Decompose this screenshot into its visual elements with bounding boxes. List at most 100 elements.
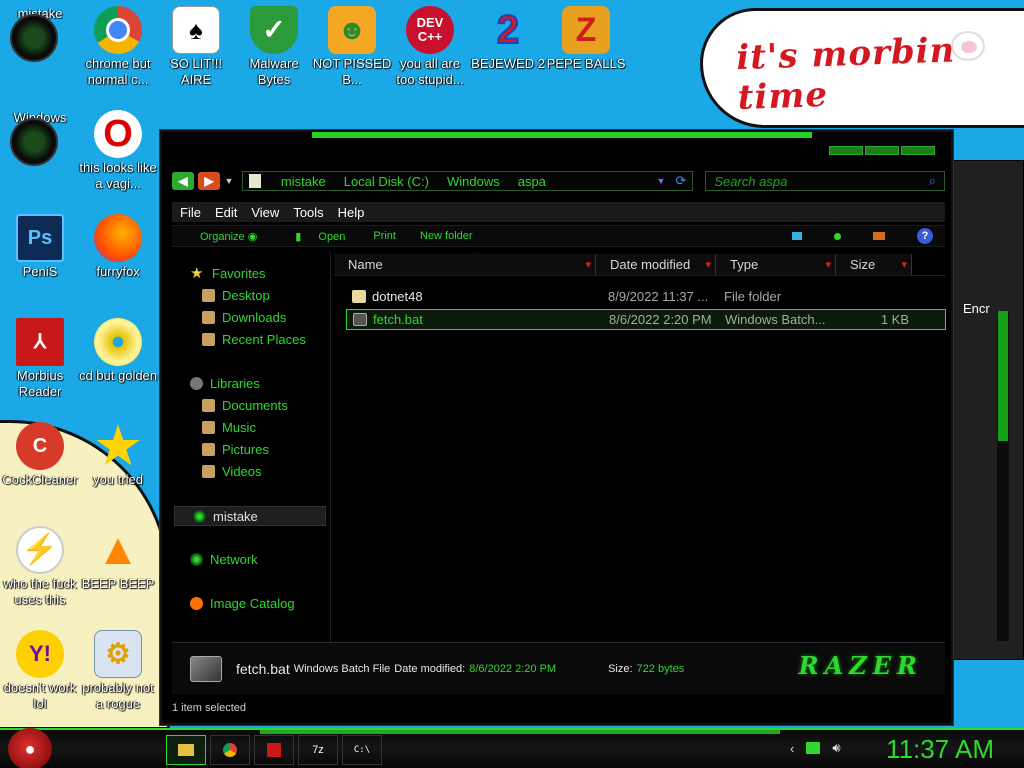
taskbar: ● 7z C:\ ‹ 🔊︎ 11:37 AM	[0, 728, 1024, 768]
desktop-icon-angry-pig[interactable]: ☻ NOT PISSED B...	[312, 6, 392, 88]
desktop-icon-malwarebytes[interactable]: ✓ Malware Bytes	[234, 6, 314, 88]
file-row-dotnet48[interactable]: dotnet48 8/9/2022 11:37 ... File folder	[346, 286, 946, 307]
preview-pane-icon[interactable]	[873, 232, 885, 240]
forward-button[interactable]: ▶	[197, 172, 220, 190]
opera-icon: O	[94, 110, 142, 158]
sidebar-item-desktop[interactable]: Desktop	[172, 284, 328, 306]
desktop-icon-mistake[interactable]: mistake	[0, 6, 80, 62]
scrollbar[interactable]	[997, 311, 1009, 641]
breadcrumb-aspa[interactable]: aspa	[518, 174, 546, 189]
sidebar-item-downloads[interactable]: Downloads	[172, 306, 328, 328]
desktop-icon-avast[interactable]: ⚡ who the fuck uses this	[0, 526, 80, 608]
menu-help[interactable]: Help	[338, 205, 365, 220]
desktop-icon-windows-vista[interactable]: Windows Vista	[0, 110, 80, 166]
folder-icon	[352, 290, 366, 303]
vlc-icon: ▲	[96, 525, 140, 574]
desktop-icon-yahoo[interactable]: Y! doesn't work lol	[0, 630, 80, 712]
clock[interactable]: 11:37 AM	[886, 734, 994, 765]
organize-button[interactable]: Organize ◉	[186, 230, 257, 243]
desktop-icon-pdf-reader[interactable]: ⅄ Morbius Reader	[0, 318, 80, 400]
pane-divider[interactable]	[330, 252, 331, 642]
address-bar[interactable]: mistake Local Disk (C:) Windows aspa ▼ ⟳	[241, 171, 694, 191]
recent-pages-dropdown[interactable]: ▼	[224, 172, 234, 190]
column-header-date[interactable]: Date modified	[596, 254, 716, 276]
search-icon[interactable]: ⌕	[929, 173, 936, 189]
breadcrumb-windows[interactable]: Windows	[447, 174, 500, 189]
menu-edit[interactable]: Edit	[215, 205, 237, 220]
back-arrow-icon[interactable]: ‹	[790, 741, 794, 756]
sidebar-item-recent-places[interactable]: Recent Places	[172, 328, 328, 350]
menu-bar: File Edit View Tools Help	[172, 202, 945, 222]
desktop-icon-ccleaner[interactable]: C CockCleaner	[0, 422, 80, 488]
pdf-icon: ⅄	[16, 318, 64, 366]
desktop-icon-cd[interactable]: cd but golden	[78, 318, 158, 384]
column-header-type[interactable]: Type	[716, 254, 836, 276]
folder-icon	[248, 174, 261, 188]
sidebar-libraries[interactable]: Libraries	[172, 372, 328, 394]
menu-view[interactable]: View	[251, 205, 279, 220]
sidebar-network[interactable]: Network	[172, 548, 258, 570]
print-button[interactable]: Print	[373, 230, 396, 242]
sidebar-item-videos[interactable]: Videos	[172, 460, 328, 482]
explorer-icon	[178, 744, 194, 756]
column-header-encr: Encr	[963, 301, 990, 316]
breadcrumb-local-disk[interactable]: Local Disk (C:)	[344, 174, 429, 189]
scrollbar-thumb[interactable]	[998, 311, 1008, 441]
taskbar-cmd[interactable]: C:\	[342, 735, 382, 765]
desktop-icon-chrome[interactable]: chrome but normal c...	[78, 6, 158, 88]
libraries-icon	[190, 376, 203, 390]
new-folder-button[interactable]: New folder	[420, 230, 473, 242]
sidebar-item-documents[interactable]: Documents	[172, 394, 328, 416]
view-options-icon[interactable]	[834, 232, 841, 240]
cd-icon	[94, 318, 142, 366]
sidebar-item-pictures[interactable]: Pictures	[172, 438, 328, 460]
menu-file[interactable]: File	[180, 205, 201, 220]
desktop-icon-star[interactable]: ★ you tried	[78, 421, 158, 488]
desktop-icon-pepe[interactable]: Z PEPE BALLS	[546, 6, 626, 72]
volume-icon[interactable]: 🔊︎	[832, 740, 840, 756]
desktop-icon-opera[interactable]: Othis looks like a vagi...	[78, 110, 158, 192]
file-row-fetch-bat[interactable]: fetch.bat 8/6/2022 2:20 PM Windows Batch…	[346, 309, 946, 330]
column-header-name[interactable]: Name	[334, 254, 596, 276]
close-button[interactable]	[901, 146, 935, 155]
help-icon[interactable]: ?	[917, 228, 933, 244]
sidebar-image-catalog[interactable]: Image Catalog	[172, 592, 295, 614]
sheep-icon	[951, 31, 985, 61]
taskbar-chrome[interactable]	[210, 735, 250, 765]
explorer-window[interactable]: ◀ ▶ ▼ mistake Local Disk (C:) Windows as…	[160, 130, 953, 725]
desktop-icon-devcpp[interactable]: DEV C++ you all are too stupid...	[390, 6, 470, 88]
battery-icon[interactable]	[806, 742, 821, 754]
taskbar-pdf[interactable]	[254, 735, 294, 765]
maximize-button[interactable]	[865, 146, 899, 155]
details-filetype: Windows Batch File	[293, 662, 391, 675]
address-dropdown-icon[interactable]: ▼	[656, 176, 665, 186]
desktop-icon-bejeweled[interactable]: 2 BEJEWED 2	[468, 6, 548, 72]
cmd-icon: C:\	[353, 745, 371, 755]
desktop-icon-solitaire[interactable]: ♠ SO LIT!!! AIRE	[156, 6, 236, 88]
start-button[interactable]: ●	[8, 728, 52, 768]
back-button[interactable]: ◀	[172, 172, 194, 190]
sidebar-item-music[interactable]: Music	[172, 416, 328, 438]
breadcrumb-mistake[interactable]: mistake	[281, 174, 326, 189]
sidebar-favorites[interactable]: ★ Favorites	[172, 262, 328, 284]
change-view-icon[interactable]	[792, 232, 802, 240]
system-tray: ‹ 🔊︎	[790, 740, 841, 756]
minimize-button[interactable]	[829, 146, 863, 155]
desktop-icon-rogue[interactable]: ⚙ probably not a rogue	[78, 630, 158, 712]
desktop-icon-vlc[interactable]: ▲ BEEP BEEP	[78, 526, 158, 592]
refresh-icon[interactable]: ⟳	[675, 173, 686, 189]
taskbar-7zip[interactable]: 7z	[298, 735, 338, 765]
sidebar-item-mistake[interactable]: mistake	[174, 506, 326, 526]
photoshop-icon: Ps	[16, 214, 64, 262]
search-input[interactable]: Search aspa ⌕	[705, 171, 945, 191]
desktop-icon-photoshop[interactable]: Ps PeniS	[0, 214, 80, 280]
taskbar-explorer[interactable]	[166, 735, 206, 765]
column-header-size[interactable]: Size	[836, 254, 912, 276]
razer-icon	[193, 509, 206, 523]
open-button[interactable]: ▮ Open	[295, 230, 345, 243]
menu-tools[interactable]: Tools	[293, 205, 323, 220]
ccleaner-icon: C	[16, 422, 64, 470]
gear-icon: ⚙	[94, 630, 142, 678]
firefox-icon	[94, 214, 142, 262]
desktop-icon-firefox[interactable]: furryfox	[78, 214, 158, 280]
